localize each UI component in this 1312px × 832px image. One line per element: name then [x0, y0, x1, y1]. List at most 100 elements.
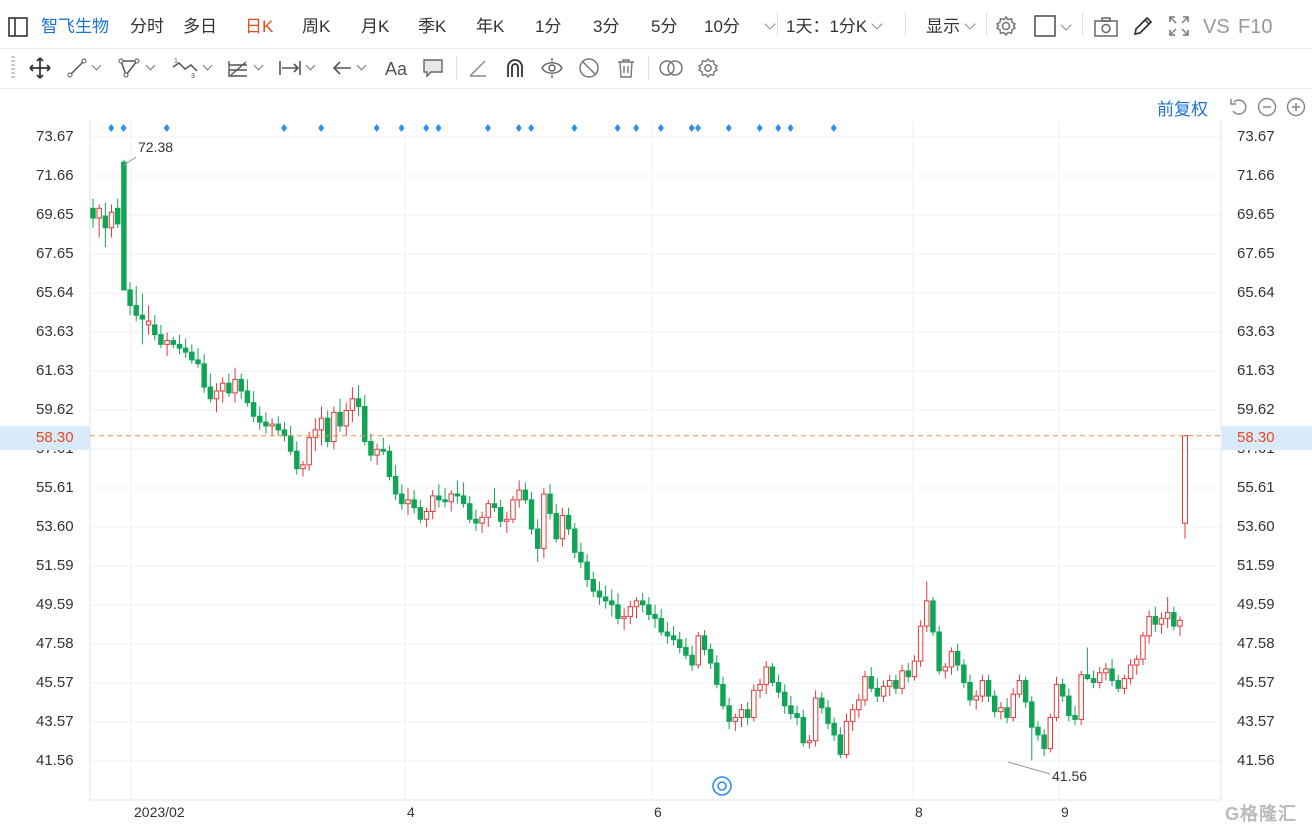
sidebar-toggle-icon[interactable] — [8, 1, 28, 49]
kline-chart[interactable]: 72.38 41.56 — [0, 0, 1312, 832]
tool-settings-icon[interactable] — [697, 54, 719, 82]
candle-body — [856, 699, 862, 711]
candle-body — [436, 495, 442, 501]
candle-body — [868, 676, 874, 689]
event-marker — [108, 124, 115, 132]
candle-body — [701, 635, 708, 650]
candle-body — [182, 347, 189, 353]
candle-body — [170, 339, 177, 345]
zoom-in-icon[interactable] — [1285, 96, 1307, 123]
period-tab[interactable]: 季K — [418, 0, 446, 48]
magnet-tool-icon[interactable] — [503, 54, 527, 82]
toolbar-grip[interactable] — [11, 56, 15, 80]
candle-body — [985, 680, 992, 697]
reset-icon[interactable] — [1228, 96, 1250, 123]
camera-icon[interactable] — [1094, 0, 1118, 48]
candle-body — [1115, 680, 1121, 689]
fullscreen-icon[interactable] — [1168, 0, 1190, 48]
period-tab[interactable]: 月K — [361, 0, 389, 48]
eye-lock-tool-icon[interactable] — [540, 54, 564, 82]
candle-body — [874, 687, 881, 697]
news-marker-icon[interactable] — [712, 776, 732, 796]
event-marker — [775, 124, 782, 132]
fib-tool-icon[interactable] — [226, 54, 264, 82]
candle-body — [602, 596, 609, 602]
event-marker — [657, 124, 664, 132]
candle-body — [1084, 674, 1091, 680]
candle-body — [751, 689, 757, 718]
candle-body — [213, 390, 220, 400]
candle-body — [1096, 672, 1103, 683]
candle-body — [90, 207, 96, 219]
adjust-mode-label[interactable]: 前复权 — [1157, 95, 1208, 120]
candle-body — [399, 493, 405, 505]
low-label: 41.56 — [1052, 768, 1087, 784]
candle-body — [114, 207, 121, 225]
candle-body — [473, 518, 479, 524]
period-tab[interactable]: 年K — [476, 0, 504, 48]
candle-body — [232, 378, 238, 394]
period-tab[interactable]: 分时 — [130, 0, 164, 48]
candle-body — [775, 681, 782, 693]
candle-body — [263, 421, 269, 427]
period-more-chevron[interactable] — [760, 0, 776, 48]
y-tick-label: 59.62 — [1237, 401, 1275, 419]
candle-body — [534, 528, 541, 549]
vs-button[interactable]: VS — [1203, 0, 1230, 48]
range-select[interactable]: 1天：1分K — [786, 0, 883, 48]
candle-body — [405, 499, 411, 505]
y-tick-label: 69.65 — [1237, 206, 1275, 224]
zoom-out-icon[interactable] — [1256, 96, 1278, 123]
period-toolbar: 智飞生物 1天：1分K 显示 VS F10 分时 多日 日K 周K 月K 季K 年K 1分 3分… — [0, 0, 1312, 49]
candle-body — [843, 720, 850, 755]
layout-select[interactable] — [1034, 0, 1072, 48]
compare-tool-icon[interactable] — [658, 54, 684, 82]
candle-body — [769, 666, 776, 683]
period-tab[interactable]: 多日 — [183, 0, 217, 48]
period-tab[interactable]: 10分 — [704, 0, 740, 48]
event-marker — [614, 124, 621, 132]
period-tab[interactable]: 3分 — [593, 0, 619, 48]
candle-body — [300, 464, 306, 470]
period-tab[interactable]: 日K — [245, 0, 273, 48]
event-marker — [423, 124, 430, 132]
hide-tool-icon[interactable] — [577, 54, 601, 82]
candle-body — [442, 499, 448, 503]
candle-body — [1029, 701, 1035, 728]
pencil-icon[interactable] — [1132, 0, 1154, 48]
candle-body — [479, 516, 485, 524]
event-marker — [633, 124, 640, 132]
candle-body — [1053, 683, 1060, 718]
event-marker — [398, 124, 405, 132]
line-tool-icon[interactable] — [66, 54, 102, 82]
display-menu[interactable]: 显示 — [926, 0, 976, 48]
candle-body — [578, 551, 584, 563]
trash-tool-icon[interactable] — [615, 54, 637, 82]
range-tool-icon[interactable] — [278, 54, 316, 82]
candle-body — [411, 499, 417, 509]
candle-body — [504, 518, 510, 522]
arrow-tool-icon[interactable] — [331, 54, 367, 82]
candle-body — [849, 709, 856, 722]
candle-body — [331, 411, 337, 443]
settings-gear-icon[interactable] — [995, 0, 1017, 48]
wave-tool-icon[interactable]: 13 — [171, 54, 213, 82]
text-tool-icon[interactable]: Aa — [384, 54, 410, 82]
candle-body — [337, 411, 343, 427]
f10-button[interactable]: F10 — [1238, 0, 1272, 48]
y-tick-label: 47.58 — [36, 635, 74, 652]
polyline-tool-icon[interactable] — [118, 54, 156, 82]
candle-body — [1010, 693, 1016, 718]
candle-body — [158, 334, 164, 345]
period-tab[interactable]: 1分 — [535, 0, 561, 48]
candle-body — [362, 406, 368, 443]
comment-tool-icon[interactable] — [422, 54, 444, 82]
ruler-tool-icon[interactable] — [467, 54, 489, 82]
stock-name[interactable]: 智飞生物 — [41, 0, 109, 48]
period-tab[interactable]: 周K — [302, 0, 330, 48]
candle-body — [924, 600, 930, 627]
period-tab[interactable]: 5分 — [651, 0, 677, 48]
move-tool-icon[interactable] — [28, 54, 52, 82]
candle-body — [930, 600, 936, 633]
candle-body — [219, 382, 226, 392]
